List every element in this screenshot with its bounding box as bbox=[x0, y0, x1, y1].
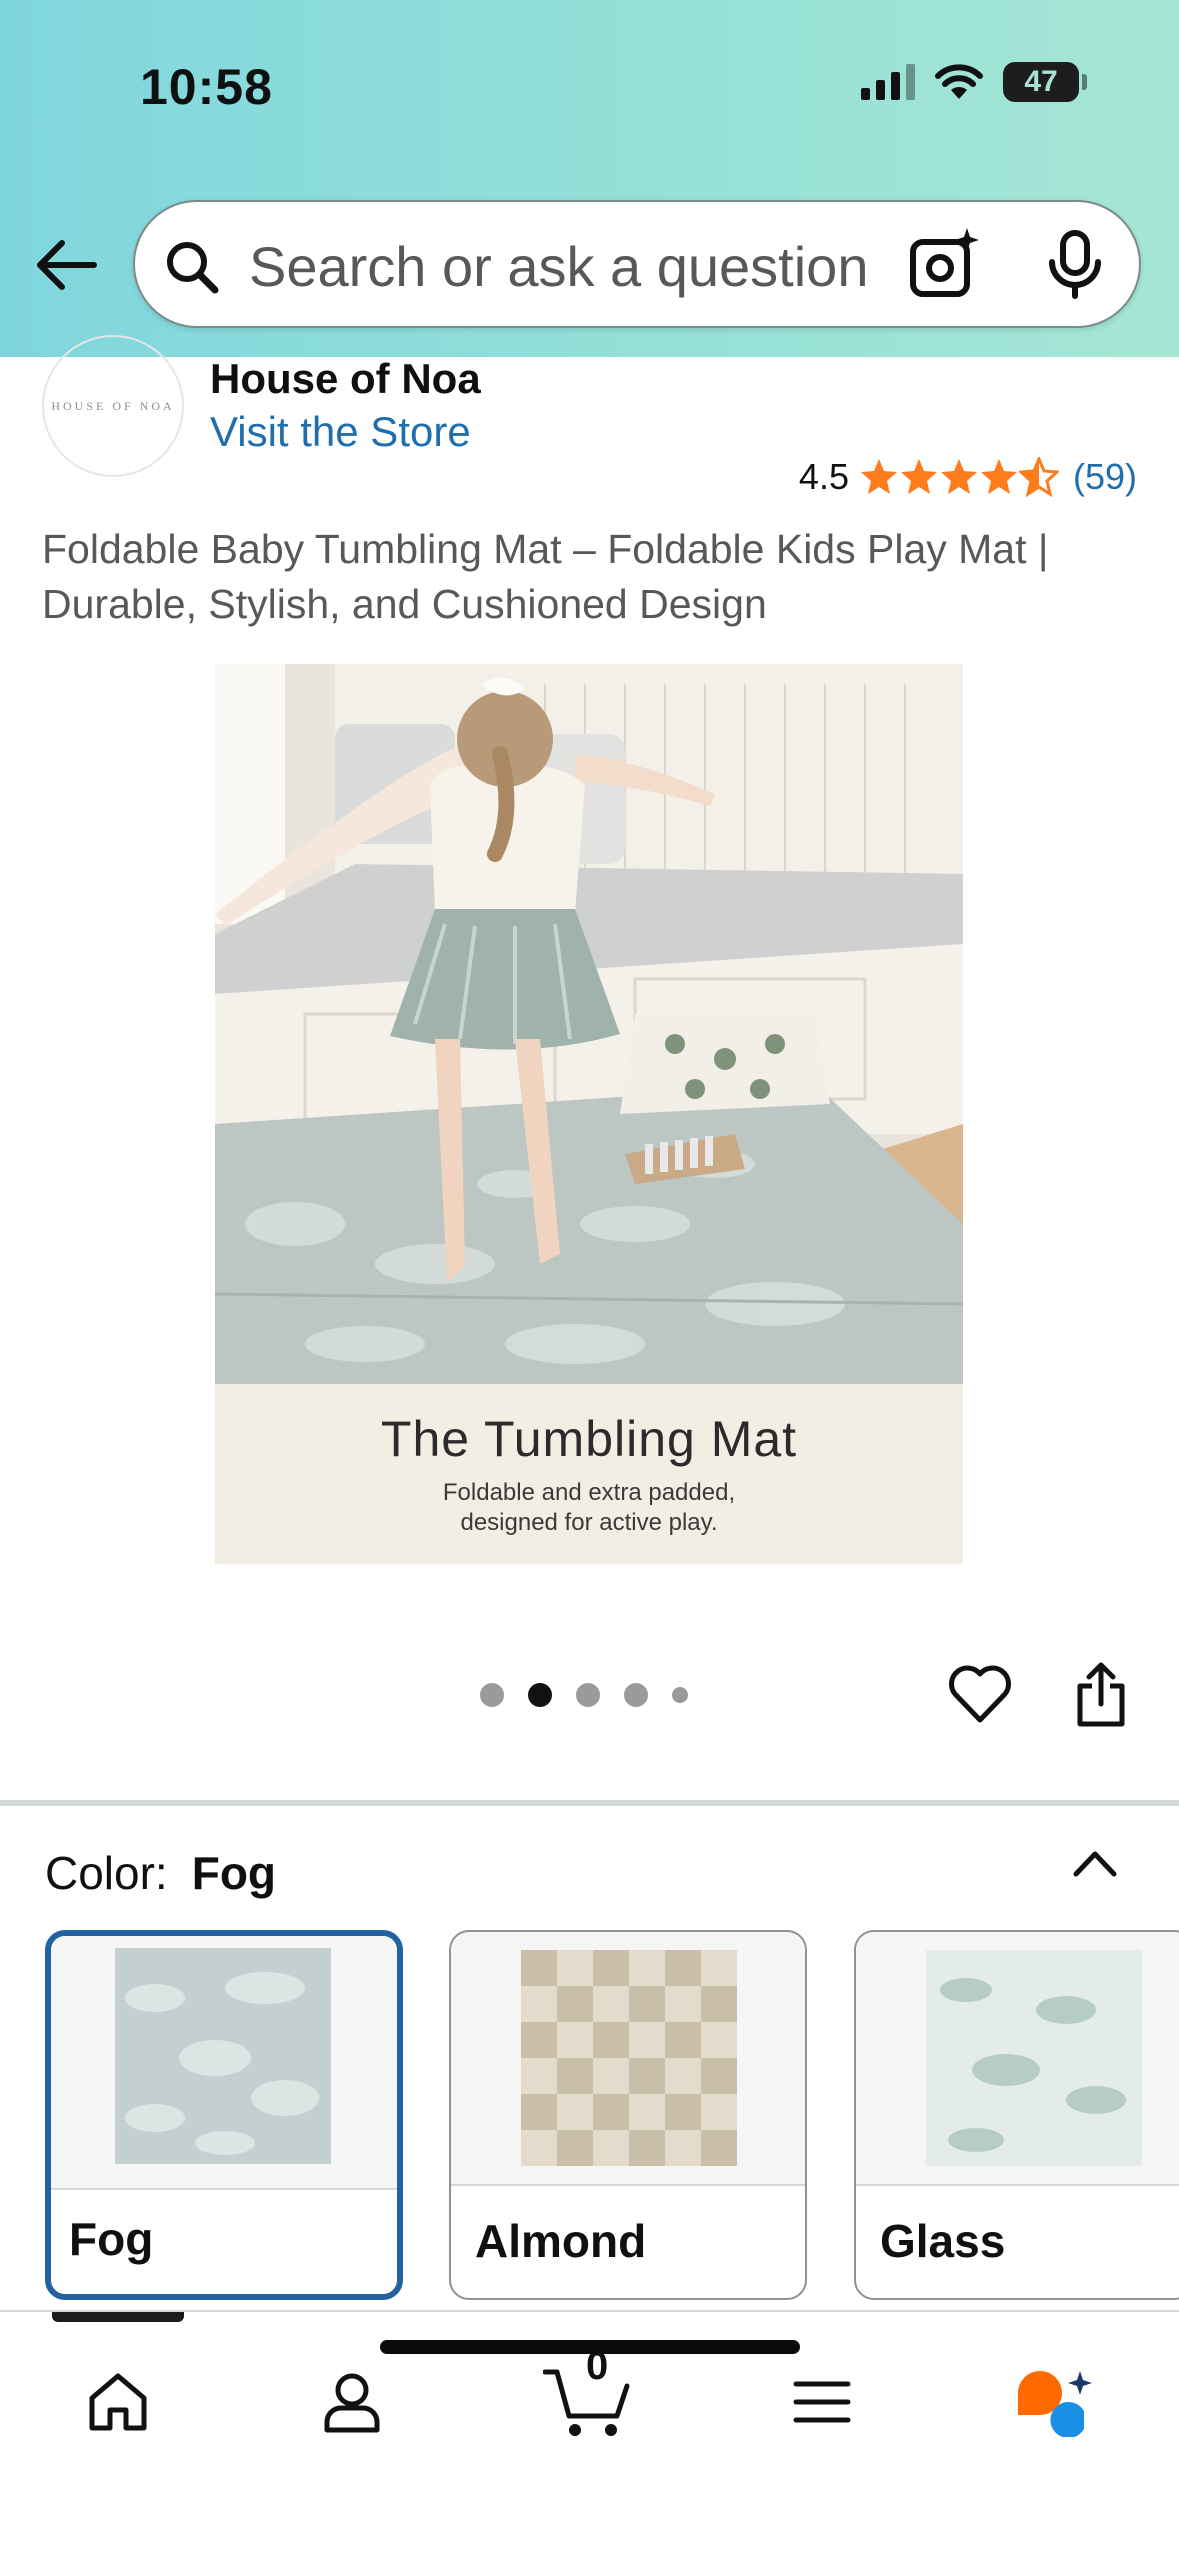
carousel-dot[interactable] bbox=[576, 1683, 600, 1707]
search-input[interactable]: Search or ask a question bbox=[249, 232, 939, 302]
account-icon bbox=[324, 2373, 380, 2433]
brand-name: House of Noa bbox=[210, 355, 481, 402]
search-bar[interactable]: Search or ask a question bbox=[133, 200, 1141, 328]
battery-icon: 47 bbox=[1003, 62, 1087, 102]
image-caption-subtitle: Foldable and extra padded, designed for … bbox=[442, 1479, 736, 1536]
collapse-button[interactable] bbox=[1068, 1842, 1122, 1882]
home-icon bbox=[89, 2373, 147, 2431]
active-tab-indicator bbox=[52, 2312, 184, 2322]
carousel-dot-active[interactable] bbox=[528, 1683, 552, 1707]
share-icon bbox=[1077, 1662, 1125, 1727]
swatch-thumbnail bbox=[926, 1950, 1142, 2166]
selected-color: Fog bbox=[191, 1847, 277, 1899]
status-time: 10:58 bbox=[140, 59, 273, 115]
rating-value: 4.5 bbox=[798, 456, 849, 497]
swatch-thumbnail bbox=[115, 1948, 331, 2164]
swatch-label: Glass bbox=[880, 2215, 1006, 2267]
rufus-icon bbox=[1018, 2371, 1092, 2437]
visit-store-link[interactable]: Visit the Store bbox=[210, 408, 471, 456]
arrow-left-icon bbox=[37, 240, 97, 290]
star-icon bbox=[860, 459, 897, 494]
microphone-icon[interactable] bbox=[1043, 230, 1107, 300]
star-icon bbox=[900, 459, 937, 494]
carousel-dot[interactable] bbox=[624, 1683, 648, 1707]
nav-cart[interactable]: 0 bbox=[538, 2344, 638, 2452]
swatch-thumbnail bbox=[521, 1950, 737, 2166]
star-half-icon bbox=[1018, 457, 1059, 497]
nav-account[interactable] bbox=[302, 2352, 402, 2452]
rating-count[interactable]: (59) bbox=[1073, 456, 1137, 498]
status-icons: 47 bbox=[861, 62, 1087, 102]
product-image[interactable]: The Tumbling Mat Foldable and extra padd… bbox=[215, 664, 963, 1564]
heart-icon bbox=[949, 1665, 1011, 1723]
nav-home[interactable] bbox=[68, 2352, 168, 2452]
app-header: 10:58 47 Search or ask a question bbox=[0, 0, 1179, 357]
rating-summary[interactable]: 4.5 (59) bbox=[799, 456, 1137, 498]
star-icon bbox=[980, 459, 1017, 494]
swatch-fog[interactable]: Fog bbox=[45, 1930, 403, 2300]
menu-icon bbox=[793, 2381, 851, 2423]
product-photo bbox=[215, 664, 963, 1384]
wishlist-button[interactable] bbox=[946, 1660, 1014, 1728]
brand-logo[interactable]: HOUSE OF NOA bbox=[42, 335, 184, 477]
carousel-dot[interactable] bbox=[672, 1687, 688, 1703]
share-button[interactable] bbox=[1074, 1662, 1128, 1728]
star-icon bbox=[940, 459, 977, 494]
color-label-text: Color: bbox=[45, 1847, 168, 1899]
nav-rufus[interactable] bbox=[1004, 2352, 1104, 2452]
image-caption-title: The Tumbling Mat bbox=[380, 1411, 798, 1467]
carousel-dots[interactable] bbox=[480, 1683, 688, 1707]
star-rating bbox=[859, 457, 1059, 497]
home-indicator bbox=[380, 2340, 800, 2354]
battery-level: 47 bbox=[1024, 65, 1058, 98]
search-icon bbox=[163, 238, 221, 296]
wifi-icon bbox=[935, 64, 983, 99]
nav-menu[interactable] bbox=[772, 2352, 872, 2452]
swatch-almond[interactable]: Almond bbox=[449, 1930, 807, 2300]
chevron-up-icon bbox=[1073, 1851, 1117, 1877]
section-divider bbox=[0, 1800, 1179, 1806]
camera-lens-icon[interactable] bbox=[907, 226, 983, 302]
swatch-label: Fog bbox=[69, 2213, 154, 2265]
carousel-dot[interactable] bbox=[480, 1683, 504, 1707]
back-button[interactable] bbox=[30, 225, 102, 305]
cellular-signal-icon bbox=[861, 64, 915, 100]
image-caption: The Tumbling Mat Foldable and extra padd… bbox=[215, 1384, 963, 1564]
swatch-label: Almond bbox=[475, 2215, 647, 2267]
swatch-glass[interactable]: Glass bbox=[854, 1930, 1179, 2300]
product-title: Foldable Baby Tumbling Mat – Foldable Ki… bbox=[42, 526, 1049, 627]
color-label: Color: Fog bbox=[45, 1846, 276, 1900]
